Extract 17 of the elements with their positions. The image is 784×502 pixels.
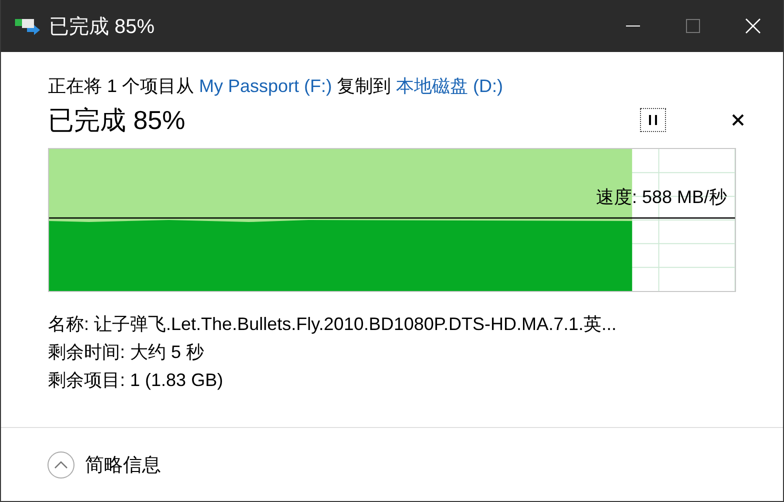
drive-link[interactable]: 本地磁盘 (D:) xyxy=(396,76,504,96)
minimize-icon xyxy=(626,25,640,27)
copy-icon xyxy=(15,17,41,35)
detail-text: 剩余项目: 1 (1.83 GB) xyxy=(48,369,224,392)
detail-text: 剩余时间: 大约 5 秒 xyxy=(48,341,206,364)
close-icon xyxy=(745,18,761,34)
maximize-icon xyxy=(686,19,700,33)
progress-status: 已完成 85% xyxy=(48,104,186,136)
close-icon xyxy=(732,114,744,126)
pause-button[interactable] xyxy=(640,108,666,132)
details-toggle[interactable]: 简略信息 xyxy=(47,450,161,478)
pause-icon xyxy=(648,115,658,125)
window-title: 已完成 85% xyxy=(49,14,155,40)
copy-description: 正在将 1 个项目从 My Passport (F:) 复制到 本地磁盘 (D:) xyxy=(48,75,504,98)
speed-label: 速度: 588 MB/秒 xyxy=(596,186,727,209)
detail-text: 名称: 让子弹飞.Let.The.Bullets.Fly.2010.BD1080P.DTS-HD.MA.7.1.英... xyxy=(48,313,618,336)
drive-link[interactable]: My Passport (F:) xyxy=(199,76,332,96)
